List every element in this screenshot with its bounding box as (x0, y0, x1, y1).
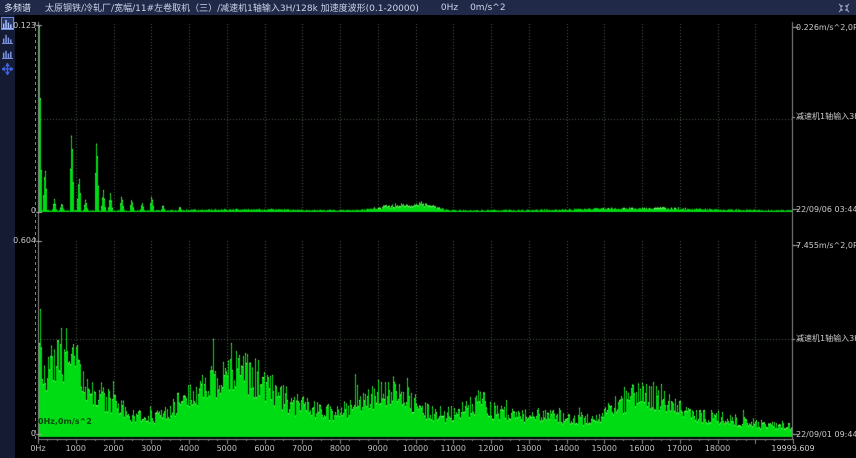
x-tick-label: 11000 (433, 444, 473, 453)
frequency-cursor[interactable] (35, 22, 36, 439)
x-tick-label: 9000 (358, 444, 398, 453)
x-tick-label: 13000 (509, 444, 549, 453)
sidebar-tool-move[interactable] (1, 62, 14, 75)
spectrum-chart-icon (2, 33, 13, 44)
top-chart-channel-label: 减速机1轴输入3H (796, 112, 856, 121)
spectrum-chart-icon (2, 48, 13, 59)
move-cross-icon (2, 63, 13, 75)
sidebar-tool-spectrum-3[interactable] (1, 47, 14, 60)
bottom-chart-yzero-label: 0 (6, 429, 36, 438)
x-tick-label: 7000 (282, 444, 322, 453)
bottom-spectrum-plot[interactable] (38, 240, 793, 437)
x-tick-label: 5000 (207, 444, 247, 453)
top-chart-ymax-label: 0.123 (6, 21, 36, 30)
collapse-window-button[interactable] (836, 2, 852, 14)
x-tick-label: 1000 (56, 444, 96, 453)
top-chart-timestamp: 22/09/06 03:44 (796, 205, 856, 214)
x-tick-label: 12000 (471, 444, 511, 453)
x-tick-label: 6000 (245, 444, 285, 453)
app-window: 多频谱 太原钢铁/冷轧厂/宽幅/11#左卷取机（三）/减速机1轴输入3H/128… (0, 0, 856, 458)
measurement-path-title: 太原钢铁/冷轧厂/宽幅/11#左卷取机（三）/减速机1轴输入3H/128k 加速… (45, 1, 419, 14)
x-tick-label: 18000 (698, 444, 738, 453)
x-tick-label: 3000 (131, 444, 171, 453)
cursor-frequency-readout: 0Hz (441, 3, 458, 13)
collapse-icon (838, 3, 850, 13)
x-tick-label: 14000 (547, 444, 587, 453)
sidebar-tool-spectrum-2[interactable] (1, 32, 14, 45)
bottom-chart-channel-label: 减速机1轴输入3H (796, 334, 856, 343)
title-bar: 多频谱 太原钢铁/冷轧厂/宽幅/11#左卷取机（三）/减速机1轴输入3H/128… (0, 0, 856, 15)
x-tick-label: 15000 (584, 444, 624, 453)
cursor-value-readout: 0m/s^2 (470, 3, 505, 13)
x-tick-label: 10000 (396, 444, 436, 453)
x-tick-label: 2000 (94, 444, 134, 453)
bottom-chart-scale-label: 7.455m/s^2,0RPM (796, 241, 856, 250)
x-tick-label: 16000 (622, 444, 662, 453)
x-tick-label: 8000 (320, 444, 360, 453)
x-tick-label: 4000 (169, 444, 209, 453)
x-tick-label: 17000 (660, 444, 700, 453)
bottom-chart-timestamp: 22/09/01 09:44 (796, 430, 856, 439)
x-axis-end-label: 19999.609 (760, 444, 826, 453)
bottom-chart-ymax-label: 0.604 (6, 236, 36, 245)
top-chart-scale-label: 0.226m/s^2,0RPM (796, 23, 856, 32)
x-tick-label: 0Hz (18, 444, 58, 453)
top-spectrum-plot[interactable] (38, 22, 793, 212)
app-title: 多频谱 (4, 1, 31, 14)
top-chart-yzero-label: 0 (6, 206, 36, 215)
